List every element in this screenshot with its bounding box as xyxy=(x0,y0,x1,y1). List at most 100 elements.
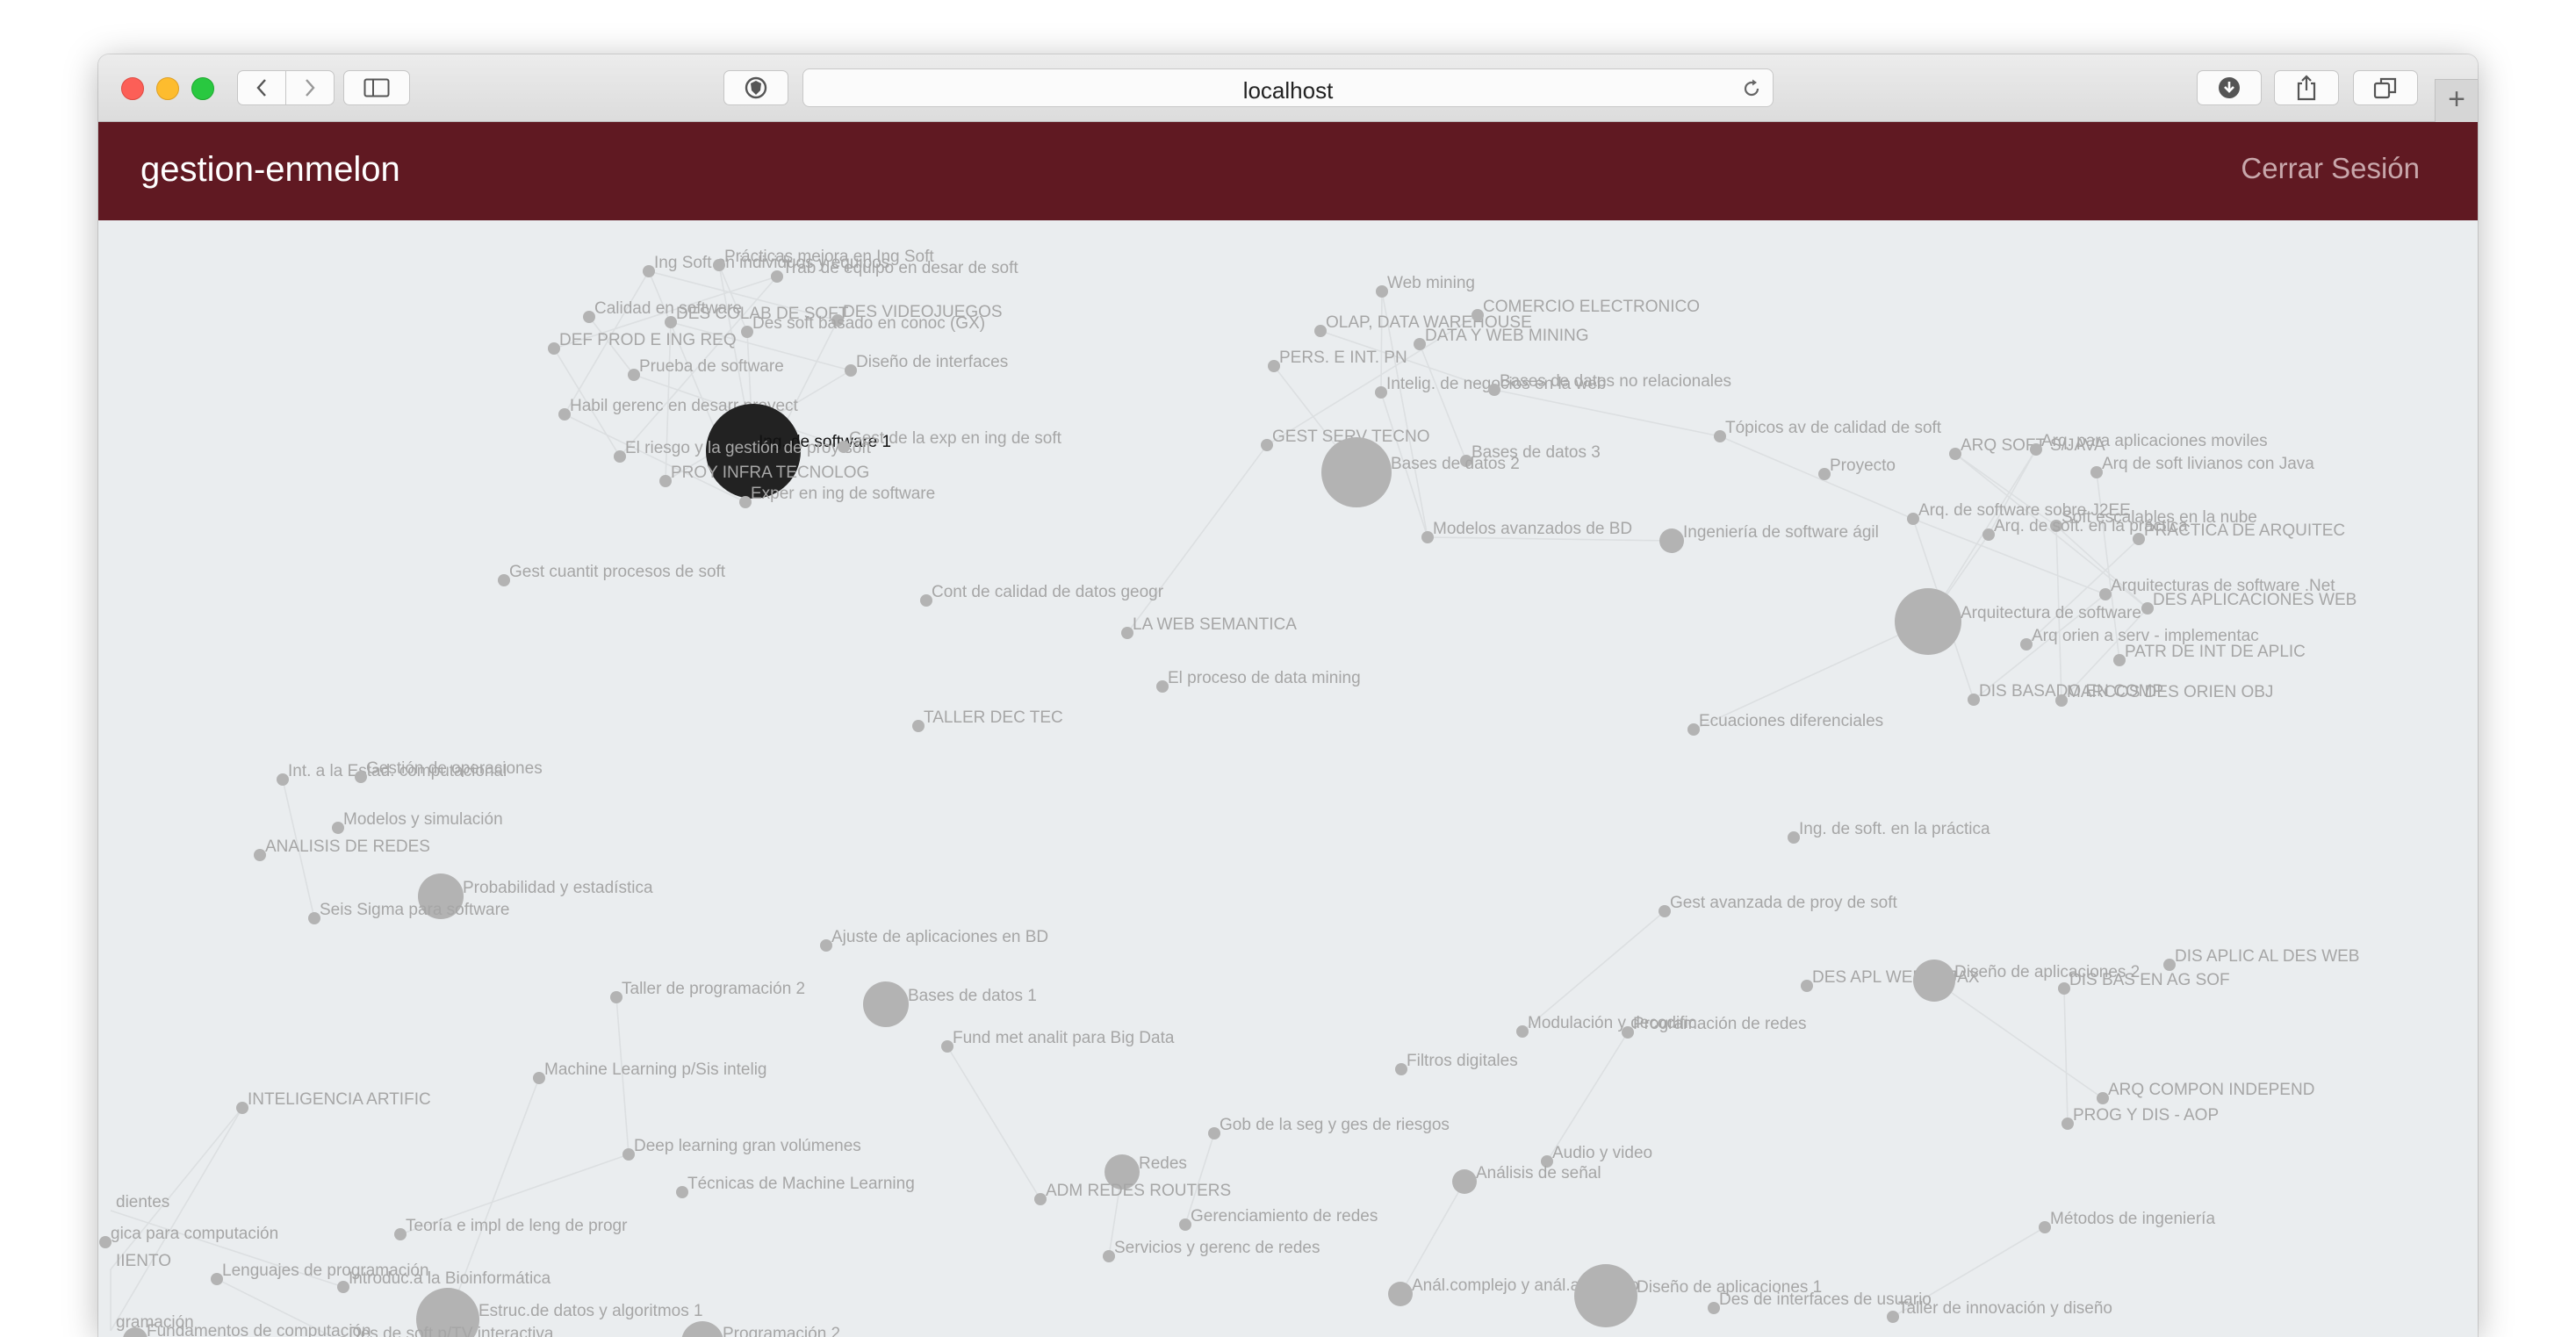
graph-node-circle[interactable] xyxy=(1659,905,1671,917)
graph-node-circle[interactable] xyxy=(1659,528,1684,553)
graph-node-circle[interactable] xyxy=(1395,1063,1407,1075)
graph-node[interactable]: DATA Y WEB MINING xyxy=(1414,327,1589,350)
graph-node-circle[interactable] xyxy=(741,326,753,338)
graph-node-circle[interactable] xyxy=(498,574,510,586)
app-title[interactable]: gestion-enmelon xyxy=(140,150,400,190)
graph-node-circle[interactable] xyxy=(1895,588,1961,655)
graph-node[interactable]: Ing. de soft. en la práctica xyxy=(1788,820,1990,844)
graph-node-circle[interactable] xyxy=(308,912,320,924)
graph-node[interactable]: Gest cuantit procesos de soft xyxy=(498,563,726,586)
graph-node[interactable]: DEF PROD E ING REQ xyxy=(548,331,737,355)
graph-node-circle[interactable] xyxy=(1314,325,1327,337)
graph-node[interactable]: IIENTO xyxy=(116,1252,171,1270)
share-button[interactable] xyxy=(2274,70,2339,105)
graph-node[interactable]: PERS. E INT. PN xyxy=(1268,349,1407,372)
graph-node-circle[interactable] xyxy=(643,265,655,277)
graph-node[interactable]: Tópicos av de calidad de soft xyxy=(1714,419,1942,442)
graph-node[interactable]: Ajuste de aplicaciones en BD xyxy=(820,928,1048,952)
graph-node-circle[interactable] xyxy=(1261,439,1273,451)
graph-node-circle[interactable] xyxy=(1516,1025,1529,1038)
tab-overview-button[interactable] xyxy=(2353,70,2418,105)
graph-node[interactable]: Gerenciamiento de redes xyxy=(1179,1207,1378,1231)
graph-node-circle[interactable] xyxy=(2090,466,2103,478)
graph-node-circle[interactable] xyxy=(1414,338,1426,350)
graph-node[interactable]: ANALISIS DE REDES xyxy=(254,837,430,861)
graph-node-circle[interactable] xyxy=(628,369,640,381)
graph-node-circle[interactable] xyxy=(863,981,909,1027)
graph-node-circle[interactable] xyxy=(1376,285,1388,298)
graph-node-circle[interactable] xyxy=(2113,654,2126,666)
graph-node[interactable]: Deep learning gran volúmenes xyxy=(622,1137,861,1161)
graph-node[interactable]: TALLER DEC TEC xyxy=(912,708,1063,732)
graph-node[interactable]: Seis Sigma para software xyxy=(308,901,510,924)
graph-node[interactable]: Programación de redes xyxy=(1622,1015,1807,1039)
graph-node-circle[interactable] xyxy=(1801,980,1813,992)
graph-node-circle[interactable] xyxy=(2020,638,2033,651)
graph-node[interactable]: Ecuaciones diferenciales xyxy=(1687,712,1883,736)
graph-node-circle[interactable] xyxy=(1452,1169,1477,1194)
graph-node-circle[interactable] xyxy=(394,1228,407,1240)
graph-node[interactable]: Bases de datos 1 xyxy=(863,981,1037,1027)
graph-node[interactable]: PRACTICA DE ARQUITEC xyxy=(2133,521,2345,545)
graph-node-circle[interactable] xyxy=(277,773,289,786)
graph-node-circle[interactable] xyxy=(1574,1264,1637,1327)
graph-node-circle[interactable] xyxy=(1375,386,1387,399)
graph-node[interactable]: Diseño de interfaces xyxy=(845,353,1008,377)
graph-node-circle[interactable] xyxy=(337,1281,349,1293)
graph-node-circle[interactable] xyxy=(1818,468,1831,480)
graph-node-circle[interactable] xyxy=(845,364,857,377)
graph-node-circle[interactable] xyxy=(820,939,832,952)
graph-node[interactable]: Machine Learning p/Sis intelig xyxy=(533,1060,767,1084)
close-window-button[interactable] xyxy=(121,77,144,100)
graph-node[interactable]: Taller de innovación y diseño xyxy=(1887,1299,2112,1323)
graph-node[interactable]: Programación 2 xyxy=(681,1321,840,1337)
graph-node-circle[interactable] xyxy=(1471,309,1484,321)
graph-node-circle[interactable] xyxy=(583,311,595,323)
graph-node[interactable]: Fundamentos de computación xyxy=(123,1322,371,1337)
graph-node-circle[interactable] xyxy=(739,496,752,508)
graph-node[interactable]: Web mining xyxy=(1376,274,1475,298)
graph-node[interactable]: Servicios y gerenc de redes xyxy=(1103,1239,1320,1262)
graph-node[interactable]: MARCOS DES ORIEN OBJ xyxy=(2055,683,2273,707)
graph-node-circle[interactable] xyxy=(558,408,571,421)
graph-node[interactable]: Ingeniería de software ágil xyxy=(1659,523,1879,553)
graph-node-circle[interactable] xyxy=(1788,831,1800,844)
graph-node[interactable]: Gest avanzada de proy de soft xyxy=(1659,894,1897,917)
graph-node-circle[interactable] xyxy=(659,475,672,487)
graph-node[interactable]: Métodos de ingeniería xyxy=(2039,1210,2215,1233)
graph-node-circle[interactable] xyxy=(912,720,925,732)
graph-node-circle[interactable] xyxy=(920,594,932,607)
course-graph[interactable]: Ing Soft en individuos y equiposPráctica… xyxy=(98,220,2478,1337)
graph-node[interactable]: ADM REDES ROUTERS xyxy=(1034,1182,1231,1205)
new-tab-icon[interactable]: + xyxy=(2435,79,2478,122)
graph-node[interactable]: Des de soft p/TV interactiva xyxy=(337,1325,554,1337)
graph-node-circle[interactable] xyxy=(1321,437,1392,507)
graph-node[interactable]: ARQ COMPON INDEPEND xyxy=(2097,1081,2314,1104)
graph-node[interactable]: Arq de soft livianos con Java xyxy=(2090,455,2314,478)
graph-node-circle[interactable] xyxy=(2039,1221,2051,1233)
graph-node[interactable]: DIS BAS EN AG SOF xyxy=(2058,971,2230,995)
graph-node-circle[interactable] xyxy=(2030,443,2042,456)
graph-node-circle[interactable] xyxy=(2141,602,2154,615)
logout-link[interactable]: Cerrar Sesión xyxy=(2241,152,2420,185)
graph-node-circle[interactable] xyxy=(1949,448,1961,460)
privacy-button[interactable] xyxy=(723,70,788,105)
graph-node-circle[interactable] xyxy=(236,1102,248,1114)
graph-node[interactable]: Teoría e impl de leng de progr xyxy=(394,1217,628,1240)
graph-node[interactable]: Prueba de software xyxy=(628,357,784,381)
graph-node-circle[interactable] xyxy=(676,1186,688,1198)
graph-node-circle[interactable] xyxy=(1103,1250,1115,1262)
graph-node-circle[interactable] xyxy=(622,1148,635,1161)
graph-node-circle[interactable] xyxy=(1907,513,1919,525)
graph-node-circle[interactable] xyxy=(1268,360,1280,372)
graph-node[interactable]: Modelos y simulación xyxy=(332,810,503,834)
graph-node[interactable]: Trab de equipo en desar de soft xyxy=(771,259,1018,283)
graph-node-circle[interactable] xyxy=(254,849,266,861)
graph-node-circle[interactable] xyxy=(1708,1302,1720,1314)
graph-node[interactable]: LA WEB SEMANTICA xyxy=(1121,615,1297,639)
graph-node[interactable]: Técnicas de Machine Learning xyxy=(676,1175,915,1198)
graph-node-circle[interactable] xyxy=(211,1273,223,1285)
graph-node-circle[interactable] xyxy=(2163,959,2176,971)
graph-node-circle[interactable] xyxy=(2099,588,2112,600)
graph-node-circle[interactable] xyxy=(1913,960,1955,1002)
